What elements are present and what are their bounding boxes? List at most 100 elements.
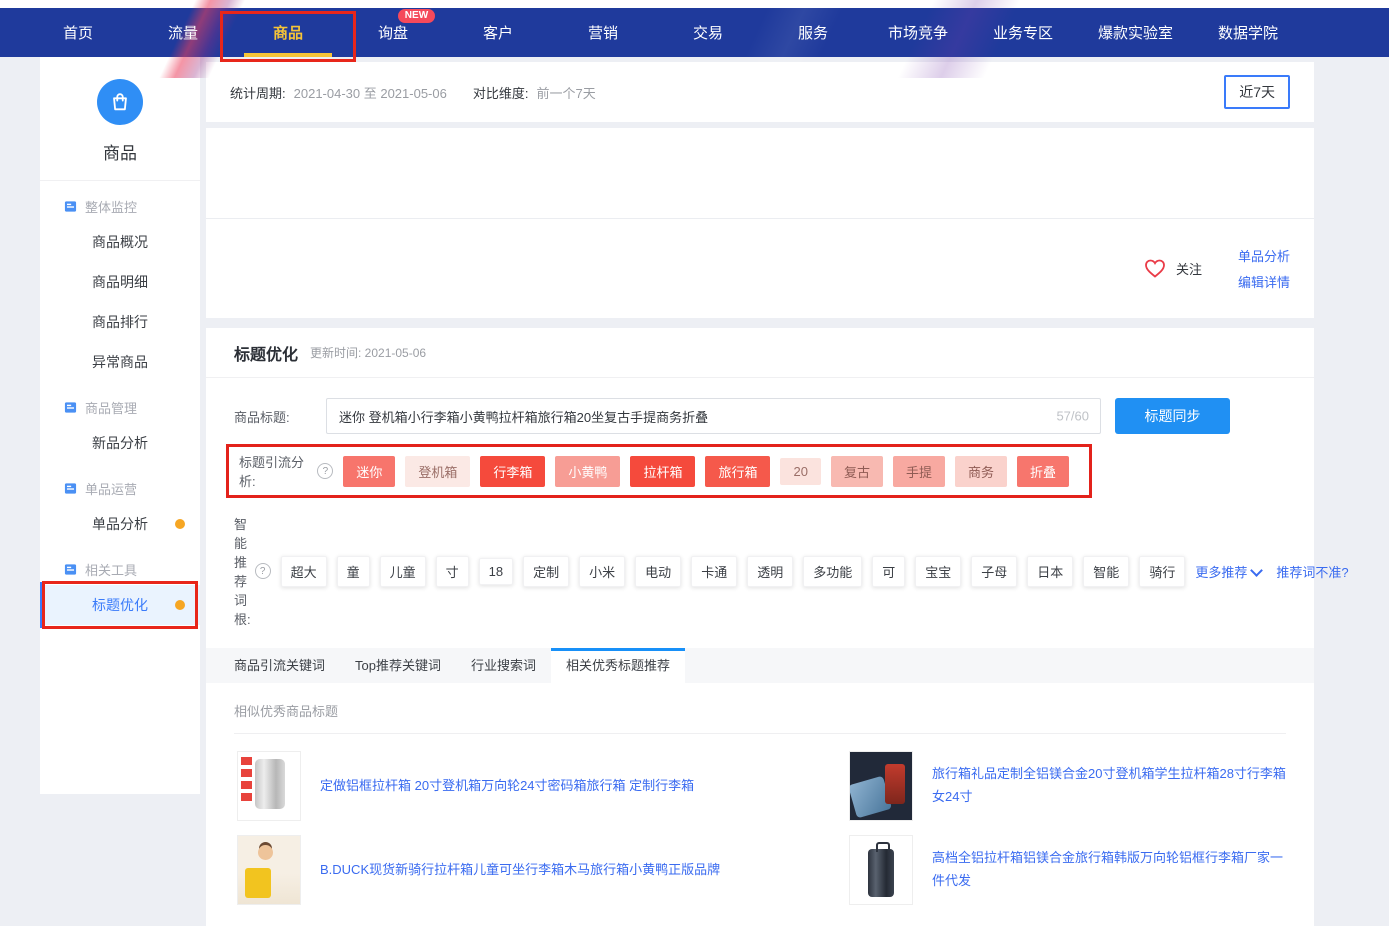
sidebar-item-3-0[interactable]: 标题优化	[40, 585, 200, 625]
ledger-icon	[64, 563, 77, 576]
analysis-tag[interactable]: 小黄鸭	[555, 456, 620, 487]
analysis-tag[interactable]: 商务	[955, 456, 1007, 487]
nav-item-label: 数据学院	[1218, 22, 1278, 43]
root-tag[interactable]: 电动	[635, 556, 681, 587]
nav-item-10[interactable]: 爆款实验室	[1098, 8, 1173, 57]
root-tag[interactable]: 超大	[281, 556, 327, 587]
analysis-tag[interactable]: 登机箱	[405, 456, 470, 487]
sidebar-item-1-0[interactable]: 新品分析	[40, 423, 200, 463]
title-sync-button[interactable]: 标题同步	[1115, 398, 1230, 434]
range-7days-button[interactable]: 近7天	[1224, 75, 1290, 109]
feedback-link[interactable]: 推荐词不准?	[1276, 562, 1348, 581]
compare-label: 对比维度:	[473, 83, 529, 102]
root-tag[interactable]: 宝宝	[915, 556, 961, 587]
ledger-icon	[64, 482, 77, 495]
roots-links: 更多推荐 推荐词不准?	[1195, 562, 1348, 581]
sidebar-item-label: 商品概况	[92, 234, 148, 250]
sidebar-title: 商品	[40, 139, 200, 164]
sidebar-group-header: 商品管理	[40, 382, 200, 423]
product-item: 高档全铝拉杆箱铝镁合金旅行箱韩版万向轮铝框行李箱厂家一件代发	[849, 834, 1286, 906]
root-tag[interactable]: 定制	[523, 556, 569, 587]
analysis-tag[interactable]: 迷你	[343, 456, 395, 487]
child-yellow-duck-suitcase-photo	[237, 835, 301, 905]
nav-item-7[interactable]: 服务	[783, 8, 843, 57]
tab-1[interactable]: Top推荐关键词	[340, 648, 456, 683]
nav-item-0[interactable]: 首页	[48, 8, 108, 57]
nav-item-6[interactable]: 交易	[678, 8, 738, 57]
root-tag[interactable]: 儿童	[380, 556, 426, 587]
root-tag[interactable]: 小米	[579, 556, 625, 587]
link-edit-details[interactable]: 编辑详情	[1238, 272, 1290, 291]
divider	[206, 218, 1314, 219]
black-aluminum-suitcase-photo	[849, 835, 913, 905]
roots-label: 智能推荐词根:	[234, 514, 251, 628]
more-recommend-link[interactable]: 更多推荐	[1195, 562, 1261, 581]
nav-item-label: 市场竞争	[888, 22, 948, 43]
nav-item-2[interactable]: 商品	[258, 8, 318, 57]
analysis-tag[interactable]: 复古	[831, 456, 883, 487]
root-tag[interactable]: 寸	[436, 556, 469, 587]
root-tag[interactable]: 日本	[1027, 556, 1073, 587]
sidebar: 商品 整体监控商品概况商品明细商品排行异常商品商品管理新品分析单品运营单品分析相…	[40, 57, 200, 794]
nav-item-8[interactable]: 市场竞争	[888, 8, 948, 57]
sidebar-item-0-2[interactable]: 商品排行	[40, 302, 200, 342]
tab-2[interactable]: 行业搜索词	[456, 648, 551, 683]
nav-item-11[interactable]: 数据学院	[1218, 8, 1278, 57]
sidebar-group-label: 整体监控	[85, 197, 137, 216]
section-title: 标题优化	[234, 341, 298, 365]
sidebar-group-header: 整体监控	[40, 181, 200, 222]
period-label: 统计周期:	[230, 83, 286, 102]
nav-item-label: 流量	[168, 22, 198, 43]
root-tag[interactable]: 多功能	[803, 556, 862, 587]
nav-item-1[interactable]: 流量	[153, 8, 213, 57]
root-tag[interactable]: 子母	[971, 556, 1017, 587]
analysis-tag[interactable]: 拉杆箱	[630, 456, 695, 487]
analysis-tag[interactable]: 折叠	[1017, 456, 1069, 487]
analysis-tag[interactable]: 行李箱	[480, 456, 545, 487]
root-tag[interactable]: 智能	[1083, 556, 1129, 587]
root-tag[interactable]: 透明	[747, 556, 793, 587]
product-title-link[interactable]: B.DUCK现货新骑行拉杆箱儿童可坐行李箱木马旅行箱小黄鸭正版品牌	[320, 859, 720, 882]
help-icon[interactable]	[255, 563, 271, 579]
nav-item-9[interactable]: 业务专区	[993, 8, 1053, 57]
sidebar-group-label: 商品管理	[85, 398, 137, 417]
product-title-link[interactable]: 旅行箱礼品定制全铝镁合金20寸登机箱学生拉杆箱28寸行李箱女24寸	[932, 763, 1286, 809]
sidebar-item-label: 商品排行	[92, 314, 148, 330]
follow-button[interactable]: 关注	[1143, 256, 1202, 280]
sidebar-item-2-0[interactable]: 单品分析	[40, 504, 200, 544]
nav-item-label: 业务专区	[993, 22, 1053, 43]
root-tag[interactable]: 18	[479, 558, 513, 585]
period-bar: 统计周期: 2021-04-30 至 2021-05-06 对比维度: 前一个7…	[206, 62, 1314, 122]
analysis-tag[interactable]: 旅行箱	[705, 456, 770, 487]
sidebar-header: 商品	[40, 57, 200, 181]
analysis-label: 标题引流分析:	[239, 452, 313, 490]
nav-item-5[interactable]: 营销	[573, 8, 633, 57]
root-tags: 超大童儿童寸 18 定制小米电动卡通透明多功能可宝宝子母日本智能骑行	[281, 556, 1196, 587]
nav-item-4[interactable]: 客户	[468, 8, 528, 57]
product-title-link[interactable]: 高档全铝拉杆箱铝镁合金旅行箱韩版万向轮铝框行李箱厂家一件代发	[932, 847, 1286, 893]
top-white-strip	[0, 0, 1389, 8]
tab-3[interactable]: 相关优秀标题推荐	[551, 648, 685, 683]
shopping-bag-icon	[97, 79, 143, 125]
tab-0[interactable]: 商品引流关键词	[219, 648, 340, 683]
more-recommend-label: 更多推荐	[1195, 565, 1247, 580]
new-badge: NEW	[398, 9, 435, 23]
link-single-product-analysis[interactable]: 单品分析	[1238, 246, 1290, 265]
root-tag[interactable]: 卡通	[691, 556, 737, 587]
similar-products-grid: 定做铝框拉杆箱 20寸登机箱万向轮24寸密码箱旅行箱 定制行李箱旅行箱礼品定制全…	[206, 734, 1314, 906]
analysis-tag[interactable]: 20	[780, 458, 820, 485]
sidebar-item-0-1[interactable]: 商品明细	[40, 262, 200, 302]
char-counter: 57/60	[1056, 409, 1089, 424]
product-title-input[interactable]	[326, 398, 1101, 434]
sidebar-item-0-3[interactable]: 异常商品	[40, 342, 200, 382]
title-analysis-annotated-row: 标题引流分析: 迷你登机箱行李箱小黄鸭拉杆箱旅行箱 20 复古手提商务折叠	[226, 444, 1092, 498]
root-tag[interactable]: 可	[872, 556, 905, 587]
help-icon[interactable]	[317, 463, 333, 479]
sidebar-item-0-0[interactable]: 商品概况	[40, 222, 200, 262]
analysis-tag[interactable]: 手提	[893, 456, 945, 487]
nav-item-3[interactable]: 询盘NEW	[363, 8, 423, 57]
root-tag[interactable]: 童	[337, 556, 370, 587]
root-tag[interactable]: 骑行	[1139, 556, 1185, 587]
sidebar-item-label: 单品分析	[92, 516, 148, 532]
chevron-down-icon	[1250, 564, 1263, 577]
